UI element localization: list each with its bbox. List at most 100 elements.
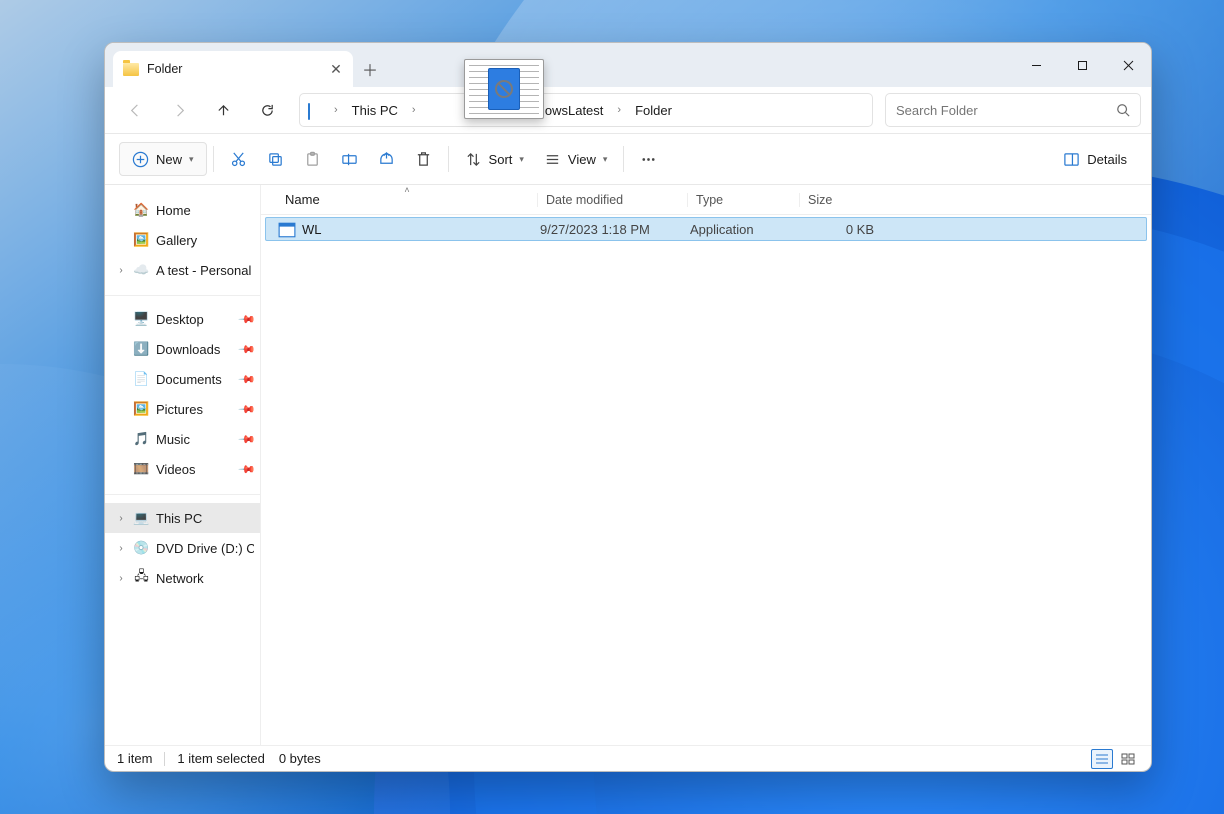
sidebar-item-dvd-drive[interactable]: ›💿DVD Drive (D:) CCC <box>105 533 260 563</box>
new-button[interactable]: New▾ <box>119 142 207 176</box>
pin-icon: 📌 <box>238 370 257 389</box>
breadcrumb-folder[interactable]: Folder <box>627 99 680 122</box>
breadcrumb-this-pc[interactable]: This PC <box>344 99 406 122</box>
sidebar-item-music[interactable]: 🎵Music📌 <box>105 424 260 454</box>
search-box[interactable] <box>885 93 1141 127</box>
video-icon: 🎞️ <box>133 461 150 477</box>
status-selected: 1 item selected <box>177 751 264 766</box>
sidebar-item-desktop[interactable]: 🖥️Desktop📌 <box>105 304 260 334</box>
chevron-right-icon[interactable]: › <box>613 104 625 116</box>
paste-button[interactable] <box>294 142 331 176</box>
status-item-count: 1 item <box>117 751 152 766</box>
view-icon <box>544 151 561 168</box>
music-icon: 🎵 <box>133 431 150 447</box>
column-size[interactable]: Size <box>799 193 877 207</box>
file-explorer-window: Folder ✕ ＋ › This PC › › WindowsLatest ›… <box>104 42 1152 772</box>
search-icon <box>1116 103 1130 117</box>
cloud-icon: ☁️ <box>133 262 150 278</box>
details-pane-icon <box>1063 151 1080 168</box>
status-bar: 1 item 1 item selected 0 bytes <box>105 745 1151 771</box>
minimize-button[interactable] <box>1013 43 1059 87</box>
refresh-button[interactable] <box>247 93 287 127</box>
rename-button[interactable] <box>331 142 368 176</box>
pin-icon: 📌 <box>238 460 257 479</box>
picture-icon: 🖼️ <box>133 401 150 417</box>
file-type: Application <box>690 222 802 237</box>
chevron-down-icon: ▾ <box>189 154 194 165</box>
sidebar-item-downloads[interactable]: ⬇️Downloads📌 <box>105 334 260 364</box>
pc-icon: 💻 <box>133 510 150 526</box>
pc-icon <box>308 104 324 116</box>
application-icon <box>278 221 296 237</box>
chevron-right-icon[interactable]: › <box>115 265 127 276</box>
chevron-right-icon[interactable]: › <box>115 543 127 554</box>
home-icon: 🏠 <box>133 202 150 218</box>
download-icon: ⬇️ <box>133 341 150 357</box>
folder-icon <box>123 63 139 76</box>
view-button[interactable]: View▾ <box>534 142 617 176</box>
tab-title: Folder <box>147 62 321 76</box>
chevron-right-icon[interactable]: › <box>408 104 420 116</box>
column-name[interactable]: ˄Name <box>277 192 537 207</box>
chevron-down-icon: ▾ <box>603 154 608 165</box>
new-tab-button[interactable]: ＋ <box>353 51 387 87</box>
sidebar-item-videos[interactable]: 🎞️Videos📌 <box>105 454 260 484</box>
pin-icon: 📌 <box>238 430 257 449</box>
plus-circle-icon <box>132 151 149 168</box>
details-view-toggle[interactable] <box>1091 749 1113 769</box>
thumbnails-view-toggle[interactable] <box>1117 749 1139 769</box>
file-row[interactable]: WL 9/27/2023 1:18 PM Application 0 KB <box>265 217 1147 241</box>
command-bar: New▾ Sort▾ View▾ Details <box>105 133 1151 185</box>
desktop-icon: 🖥️ <box>133 311 150 327</box>
close-window-button[interactable] <box>1105 43 1151 87</box>
pin-icon: 📌 <box>238 310 257 329</box>
more-button[interactable] <box>630 142 667 176</box>
copy-button[interactable] <box>257 142 294 176</box>
file-size: 0 KB <box>802 222 874 237</box>
sidebar-item-gallery[interactable]: 🖼️Gallery <box>105 225 260 255</box>
address-bar[interactable]: › This PC › › WindowsLatest › Folder <box>299 93 873 127</box>
scissors-icon <box>230 151 247 168</box>
document-icon: 📄 <box>133 371 150 387</box>
sidebar-item-documents[interactable]: 📄Documents📌 <box>105 364 260 394</box>
sidebar-item-onedrive[interactable]: ›☁️A test - Personal <box>105 255 260 285</box>
up-button[interactable] <box>203 93 243 127</box>
cut-button[interactable] <box>220 142 257 176</box>
file-list: ˄Name Date modified Type Size WL 9/27/20… <box>261 185 1151 745</box>
window-tab[interactable]: Folder ✕ <box>113 51 353 87</box>
column-date-modified[interactable]: Date modified <box>537 193 687 207</box>
sidebar-item-home[interactable]: 🏠Home <box>105 195 260 225</box>
column-type[interactable]: Type <box>687 193 799 207</box>
share-button[interactable] <box>368 142 405 176</box>
nav-bar: › This PC › › WindowsLatest › Folder <box>105 87 1151 133</box>
copy-icon <box>267 151 284 168</box>
file-date: 9/27/2023 1:18 PM <box>540 222 690 237</box>
file-name: WL <box>302 222 540 237</box>
status-bytes: 0 bytes <box>279 751 321 766</box>
close-tab-icon[interactable]: ✕ <box>329 62 343 76</box>
maximize-button[interactable] <box>1059 43 1105 87</box>
pin-icon: 📌 <box>238 340 257 359</box>
pin-icon: 📌 <box>238 400 257 419</box>
no-drop-icon <box>495 80 513 98</box>
forward-button[interactable] <box>159 93 199 127</box>
network-icon: 🖧 <box>133 570 150 586</box>
sidebar-item-network[interactable]: ›🖧Network <box>105 563 260 593</box>
paste-icon <box>304 151 321 168</box>
navigation-pane: 🏠Home 🖼️Gallery ›☁️A test - Personal 🖥️D… <box>105 185 261 745</box>
chevron-right-icon[interactable]: › <box>115 573 127 584</box>
drag-ghost-overlay <box>464 59 544 119</box>
back-button[interactable] <box>115 93 155 127</box>
sidebar-item-this-pc[interactable]: ›💻This PC <box>105 503 260 533</box>
title-bar: Folder ✕ ＋ <box>105 43 1151 87</box>
sidebar-item-pictures[interactable]: 🖼️Pictures📌 <box>105 394 260 424</box>
trash-icon <box>415 151 432 168</box>
search-input[interactable] <box>896 103 1116 118</box>
sort-button[interactable]: Sort▾ <box>455 142 534 176</box>
details-pane-button[interactable]: Details <box>1053 142 1137 176</box>
sort-asc-icon: ˄ <box>404 185 409 195</box>
sort-icon <box>465 151 482 168</box>
chevron-right-icon[interactable]: › <box>115 513 127 524</box>
chevron-right-icon[interactable]: › <box>330 104 342 116</box>
delete-button[interactable] <box>405 142 442 176</box>
